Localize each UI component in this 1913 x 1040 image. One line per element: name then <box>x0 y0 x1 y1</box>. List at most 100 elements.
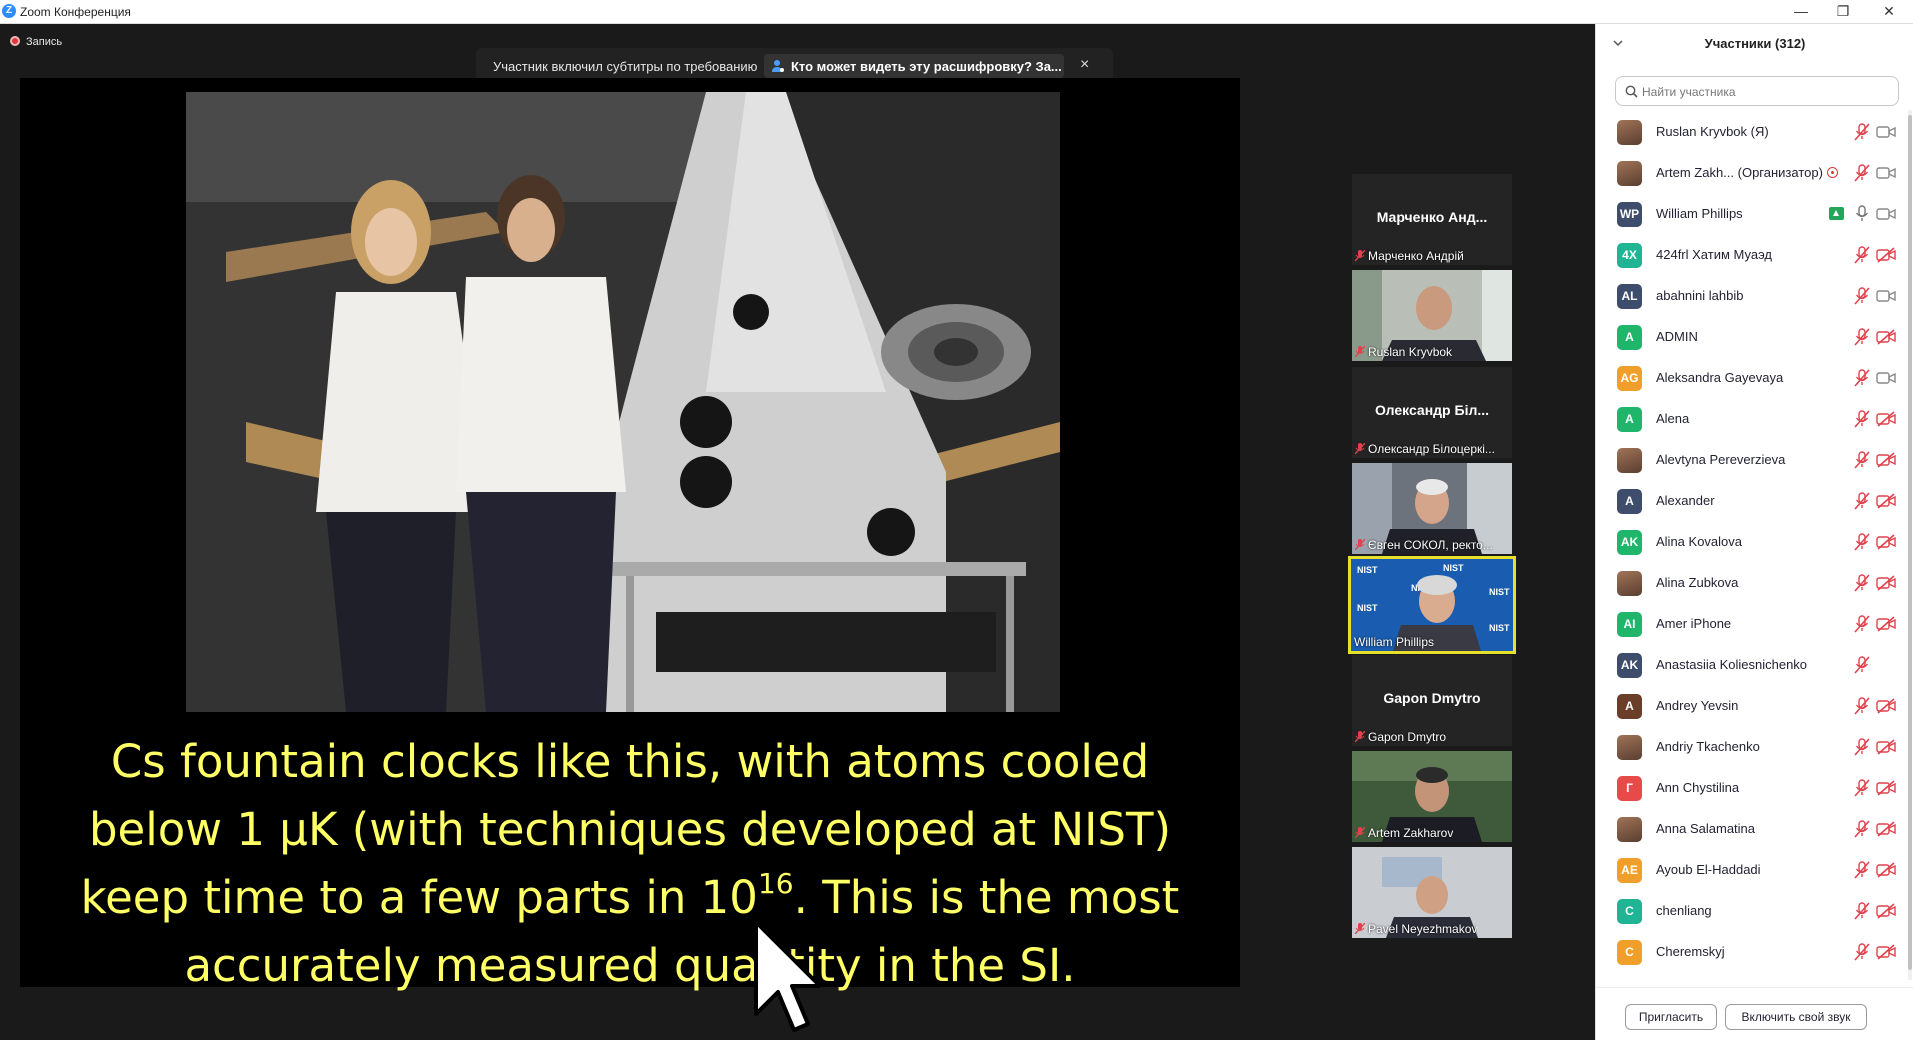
window-titlebar: Z Zoom Конференция — ❐ ✕ <box>0 0 1913 24</box>
recording-label: Запись <box>26 36 63 48</box>
video-tile[interactable]: Pavel Neyezhmakov <box>1352 847 1512 938</box>
participant-row[interactable]: Alina Zubkova <box>1596 562 1913 603</box>
tile-label-text: Марченко Андрій <box>1368 249 1464 263</box>
participant-row[interactable]: AK Alina Kovalova <box>1596 521 1913 562</box>
mic-muted-icon <box>1854 410 1870 428</box>
participant-name: Alena <box>1656 411 1689 426</box>
scrollbar-thumb[interactable] <box>1908 115 1912 970</box>
participant-name: ADMIN <box>1656 329 1698 344</box>
video-tile[interactable]: Ruslan Kryvbok <box>1352 270 1512 361</box>
nist-logo-5: NIST <box>1489 587 1510 597</box>
restore-button[interactable]: ❐ <box>1820 0 1866 22</box>
participant-row[interactable]: Г Ann Chystilina <box>1596 767 1913 808</box>
recording-indicator[interactable]: Запись <box>10 36 62 48</box>
video-tile[interactable]: Марченко Анд... Марченко Андрій <box>1352 174 1512 265</box>
participant-name-text: Alina Zubkova <box>1656 575 1739 590</box>
avatar <box>1617 161 1642 186</box>
search-input[interactable] <box>1642 83 1892 101</box>
participant-row[interactable]: A Alexander <box>1596 480 1913 521</box>
video-tile-active-speaker[interactable]: NIST NIST NIST NIST NIST NIST William Ph… <box>1348 556 1516 654</box>
avatar <box>1617 120 1642 145</box>
tile-label-text: Олександр Білоцеркі... <box>1368 442 1495 456</box>
participants-scrollbar[interactable] <box>1908 110 1912 980</box>
participant-name: Alina Zubkova <box>1656 575 1738 590</box>
tile-label: Ruslan Kryvbok <box>1355 345 1452 359</box>
video-camera-icon <box>1876 165 1896 181</box>
mic-muted-icon <box>1854 369 1870 387</box>
mic-muted-icon <box>1854 451 1870 469</box>
video-camera-off-icon <box>1876 739 1896 755</box>
video-tile[interactable]: Євген СОКОЛ, ректо... <box>1352 463 1512 554</box>
participant-name-text: Alena <box>1656 411 1690 426</box>
participant-name: Anna Salamatina <box>1656 821 1755 836</box>
participant-name-text: ADMIN <box>1656 329 1698 344</box>
video-tile[interactable]: Artem Zakharov <box>1352 751 1512 842</box>
mic-muted-icon <box>1854 328 1870 346</box>
tile-label: Artem Zakharov <box>1355 826 1453 840</box>
tile-label-text: Artem Zakharov <box>1368 826 1454 840</box>
participant-row[interactable]: A Andrey Yevsin <box>1596 685 1913 726</box>
slide-photo-illustration <box>186 92 1060 712</box>
participant-name: William Phillips <box>1656 206 1743 221</box>
participant-name: Anastasiia Koliesnichenko <box>1656 657 1807 672</box>
participant-name-text: Andrey Yevsin <box>1656 698 1739 713</box>
recording-indicator-icon <box>1826 167 1838 178</box>
video-tile[interactable]: Gapon Dmytro Gapon Dmytro <box>1352 655 1512 746</box>
participant-name: Alexander <box>1656 493 1715 508</box>
participant-name: Ayoub El-Haddadi <box>1656 862 1761 877</box>
participant-row[interactable]: WP William Phillips <box>1596 193 1913 234</box>
participant-row[interactable]: AK Anastasiia Koliesnichenko <box>1596 644 1913 685</box>
video-camera-off-icon <box>1876 862 1896 878</box>
nist-logo-2: NIST <box>1443 563 1464 573</box>
video-camera-off-icon <box>1876 247 1896 263</box>
participant-row[interactable]: AL abahnini lahbib <box>1596 275 1913 316</box>
search-icon <box>1625 85 1638 98</box>
avatar: AI <box>1617 612 1642 637</box>
recording-dot-icon <box>10 36 20 46</box>
participant-row[interactable]: C Cheremskyj <box>1596 931 1913 972</box>
tile-label-text: Gapon Dmytro <box>1368 730 1447 744</box>
caption-close-icon[interactable]: × <box>1080 56 1089 74</box>
participant-row[interactable]: A ADMIN <box>1596 316 1913 357</box>
participant-search[interactable] <box>1615 76 1899 106</box>
participant-row[interactable]: Artem Zakh... (Организатор) <box>1596 152 1913 193</box>
invite-button[interactable]: Пригласить <box>1625 1004 1717 1030</box>
slide-line-4: accurately measured quantity in the SI. <box>184 939 1076 992</box>
mic-muted-icon <box>1355 923 1365 934</box>
nist-logo-1: NIST <box>1357 565 1378 575</box>
avatar: A <box>1617 489 1642 514</box>
avatar: AL <box>1617 284 1642 309</box>
mic-muted-icon <box>1355 250 1365 261</box>
participant-name: Alevtyna Pereverzieva <box>1656 452 1785 467</box>
participant-row[interactable]: Andriy Tkachenko <box>1596 726 1913 767</box>
participant-name-text: Artem Zakh... (Организатор) <box>1656 165 1823 180</box>
participant-row[interactable]: AI Amer iPhone <box>1596 603 1913 644</box>
screen-share-icon <box>1829 207 1844 220</box>
mic-muted-icon <box>1854 164 1870 182</box>
participant-row[interactable]: Cchenliang <box>1596 890 1913 931</box>
participant-row[interactable]: Anna Salamatina <box>1596 808 1913 849</box>
tile-display-name: Марченко Анд... <box>1376 209 1488 225</box>
participant-row[interactable]: A Alena <box>1596 398 1913 439</box>
transcript-visibility-link[interactable]: Кто может видеть эту расшифровку? За... <box>764 54 1064 78</box>
mic-muted-icon <box>1854 820 1870 838</box>
participant-row[interactable]: AG Aleksandra Gayevaya <box>1596 357 1913 398</box>
participant-name: Ruslan Kryvbok (Я) <box>1656 124 1769 139</box>
participant-row[interactable]: Alevtyna Pereverzieva <box>1596 439 1913 480</box>
video-tile[interactable]: Олександр Біл... Олександр Білоцеркі... <box>1352 367 1512 458</box>
close-window-button[interactable]: ✕ <box>1866 0 1912 22</box>
mic-muted-icon <box>1355 539 1365 550</box>
participant-row[interactable]: AE Ayoub El-Haddadi <box>1596 849 1913 890</box>
panel-footer: Пригласить Включить свой звук <box>1596 987 1913 1040</box>
nist-logo-4: NIST <box>1357 603 1378 613</box>
participant-name: Ann Chystilina <box>1656 780 1739 795</box>
mouse-cursor-icon <box>754 920 820 1032</box>
unmute-self-button[interactable]: Включить свой звук <box>1725 1004 1867 1030</box>
participant-row[interactable]: 4X 424frl Хатим Муаэд <box>1596 234 1913 275</box>
participant-name-text: 424frl Хатим Муаэд <box>1656 247 1773 262</box>
meeting-area: Запись Участник включил субтитры по треб… <box>0 24 1595 1040</box>
mic-muted-icon <box>1854 492 1870 510</box>
participant-name: Alina Kovalova <box>1656 534 1742 549</box>
participant-row[interactable]: Ruslan Kryvbok (Я) <box>1596 111 1913 152</box>
minimize-button[interactable]: — <box>1778 0 1824 22</box>
